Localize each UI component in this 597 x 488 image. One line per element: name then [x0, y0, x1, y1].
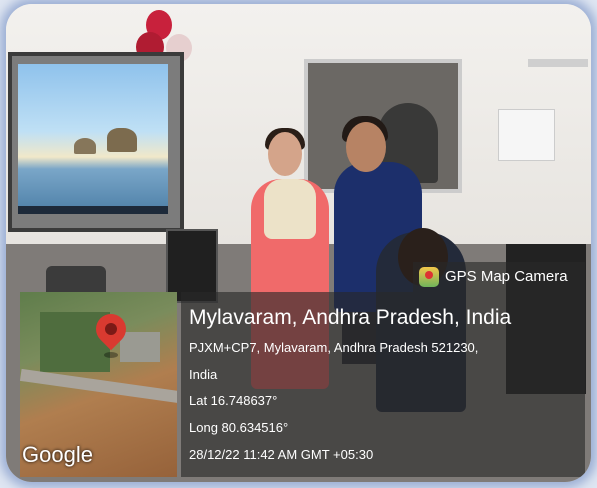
man-face — [346, 122, 386, 172]
electrical-panel — [498, 109, 555, 161]
location-overlay: Mylavaram, Andhra Pradesh, India PJXM+CP… — [181, 292, 585, 477]
wallpaper-rock — [107, 128, 137, 152]
woman-blouse — [264, 179, 316, 239]
gps-camera-badge: GPS Map Camera — [413, 262, 585, 292]
woman-face — [268, 132, 302, 176]
timestamp: 28/12/22 11:42 AM GMT +05:30 — [189, 447, 374, 462]
pin-center — [105, 323, 117, 335]
pin-shadow — [104, 352, 118, 358]
map-road — [20, 368, 177, 404]
projector-screen — [8, 52, 184, 232]
shelf — [528, 59, 588, 67]
map-thumbnail: Google — [20, 292, 177, 477]
photo-frame: GPS Map Camera Google Mylavaram, Andhra … — [6, 4, 591, 482]
address-line-2: India — [189, 367, 218, 382]
location-title: Mylavaram, Andhra Pradesh, India — [189, 306, 512, 329]
map-building — [120, 332, 160, 362]
longitude: Long 80.634516° — [189, 420, 289, 435]
badge-label: GPS Map Camera — [445, 268, 568, 285]
wallpaper — [18, 64, 168, 214]
gps-map-camera-icon — [419, 267, 439, 287]
wallpaper-rock — [74, 138, 96, 154]
latitude: Lat 16.748637° — [189, 393, 278, 408]
taskbar — [18, 206, 168, 214]
google-attribution: Google — [22, 442, 93, 467]
address-line: PJXM+CP7, Mylavaram, Andhra Pradesh 5212… — [189, 340, 479, 355]
